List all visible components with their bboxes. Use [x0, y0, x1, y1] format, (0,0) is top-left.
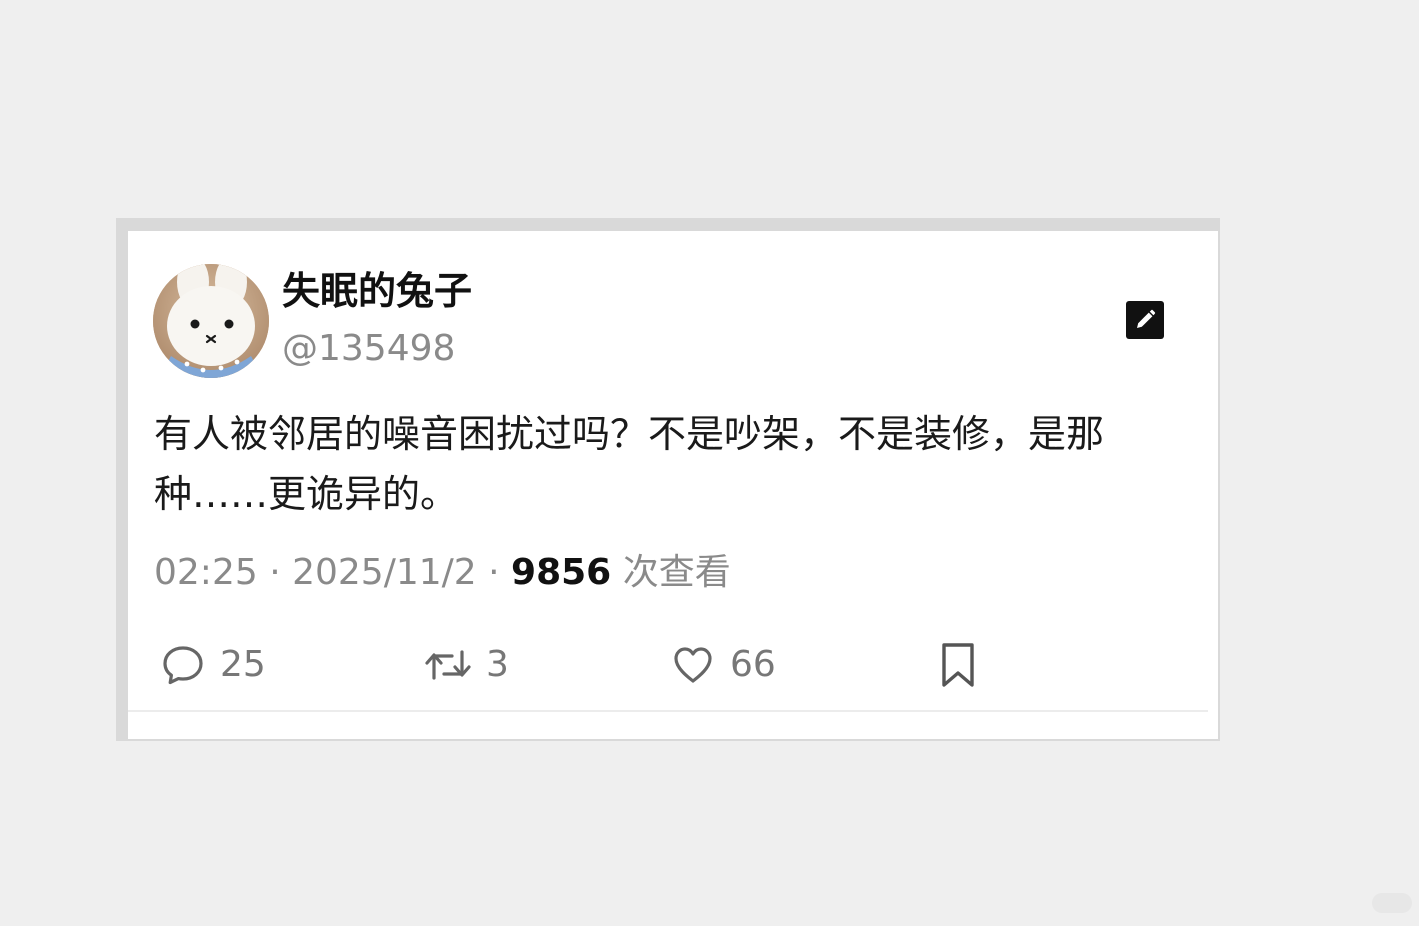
like-count: 66 [730, 644, 776, 685]
views-count: 9856 [511, 552, 612, 593]
reply-button[interactable]: 25 [160, 640, 266, 690]
avatar[interactable] [153, 264, 269, 378]
post-time[interactable]: 02:25 [154, 552, 258, 593]
repost-button[interactable]: 3 [424, 640, 509, 690]
repost-arrows-icon [425, 650, 471, 680]
author-handle[interactable]: @135498 [282, 325, 455, 373]
divider [128, 710, 1208, 712]
views-label: 次查看 [622, 552, 731, 593]
bookmark-button[interactable] [938, 640, 978, 690]
meta-separator: · [488, 552, 512, 593]
post-text: 有人被邻居的噪音困扰过吗？不是吵架，不是装修，是那种……更诡异的。 [154, 412, 1105, 516]
bookmark-icon [942, 643, 974, 687]
screenshot-stage: 失眠的兔子 @135498 有人被邻居的噪音困扰过吗？不是吵架，不是装修，是那种… [0, 0, 1419, 926]
heart-icon [674, 647, 712, 683]
speech-bubble-icon [163, 646, 203, 685]
edit-button[interactable] [1126, 301, 1164, 339]
reply-count: 25 [220, 644, 266, 685]
pencil-icon [1137, 309, 1156, 328]
post-meta: 02:25 · 2025/11/2 · 9856 次查看 [154, 548, 731, 598]
author-name[interactable]: 失眠的兔子 [282, 266, 472, 316]
watermark-mark [1372, 893, 1412, 913]
meta-separator: · [269, 552, 293, 593]
bunny-plush-avatar-image [153, 264, 269, 378]
repost-count: 3 [486, 644, 509, 685]
like-button[interactable]: 66 [670, 640, 776, 690]
post-date[interactable]: 2025/11/2 [292, 552, 477, 593]
